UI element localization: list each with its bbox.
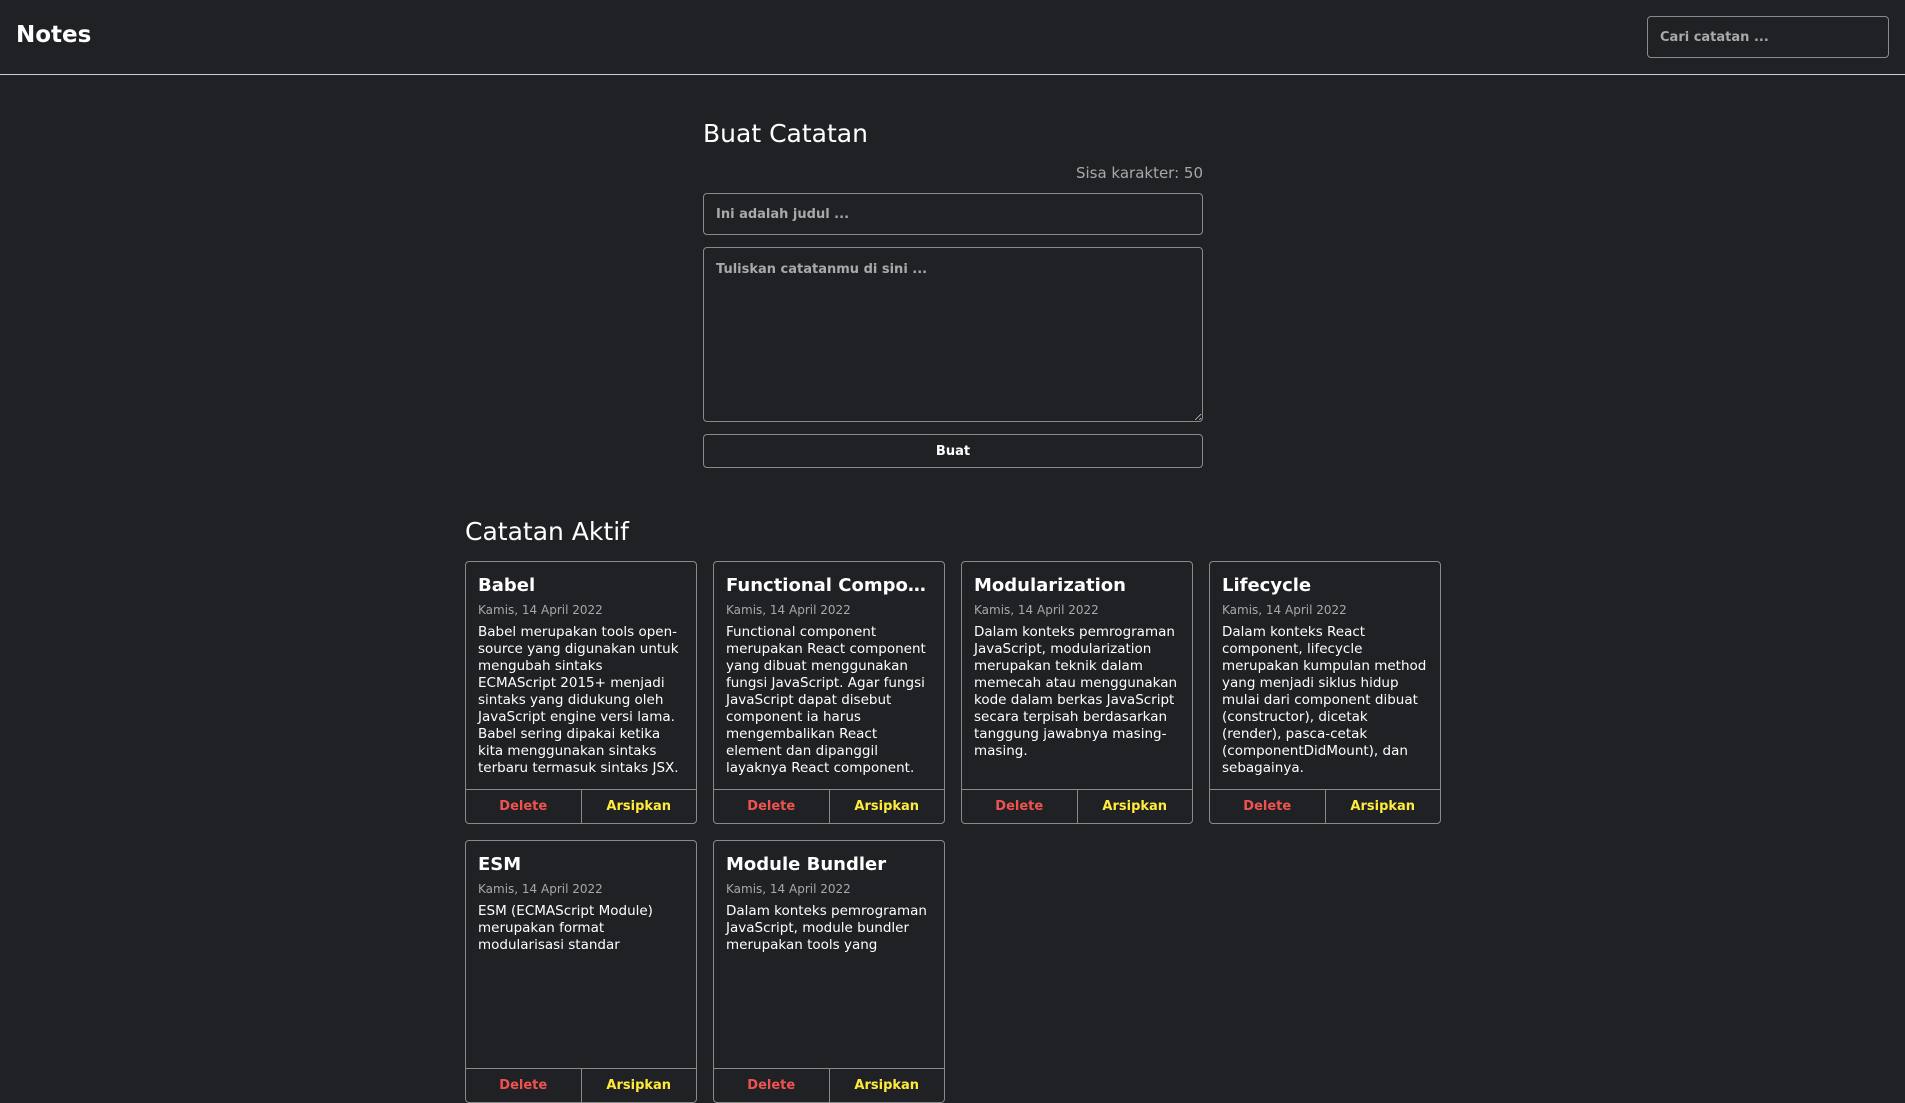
note-body: Dalam konteks pemrograman JavaScript, mo…: [726, 903, 927, 953]
note-date: Kamis, 14 April 2022: [974, 603, 1099, 617]
note-date: Kamis, 14 April 2022: [726, 882, 851, 896]
note-date: Kamis, 14 April 2022: [478, 603, 603, 617]
note-title: Lifecycle: [1222, 575, 1312, 596]
note-title: Module Bundler: [726, 854, 887, 875]
note-body: Dalam konteks pemrograman JavaScript, mo…: [974, 624, 1178, 759]
note-date: Kamis, 14 April 2022: [726, 603, 851, 617]
delete-note-button[interactable]: Delete: [962, 790, 1078, 823]
note-card: Babel Kamis, 14 April 2022 Babel merupak…: [465, 561, 697, 824]
delete-note-button[interactable]: Delete: [1210, 790, 1326, 823]
note-content: ESM Kamis, 14 April 2022 ESM (ECMAScript…: [466, 841, 696, 1068]
notes-grid: Babel Kamis, 14 April 2022 Babel merupak…: [465, 561, 1441, 1103]
archive-note-button[interactable]: Arsipkan: [1078, 790, 1193, 823]
note-card: Modularization Kamis, 14 April 2022 Dala…: [961, 561, 1193, 824]
note-actions: Delete Arsipkan: [466, 789, 696, 823]
note-content: Modularization Kamis, 14 April 2022 Dala…: [962, 562, 1192, 789]
archive-note-button[interactable]: Arsipkan: [582, 790, 697, 823]
delete-note-button[interactable]: Delete: [466, 1069, 582, 1102]
search-input[interactable]: [1647, 16, 1889, 58]
delete-note-button[interactable]: Delete: [714, 790, 830, 823]
note-body: Dalam konteks React component, lifecycle…: [1222, 624, 1427, 776]
note-body: Babel merupakan tools open-source yang d…: [478, 624, 679, 776]
note-body: ESM (ECMAScript Module) merupakan format…: [478, 903, 653, 953]
note-actions: Delete Arsipkan: [1210, 789, 1440, 823]
note-title: Functional Component: [726, 575, 932, 596]
note-actions: Delete Arsipkan: [466, 1068, 696, 1102]
note-card: ESM Kamis, 14 April 2022 ESM (ECMAScript…: [465, 840, 697, 1103]
note-content: Lifecycle Kamis, 14 April 2022 Dalam kon…: [1210, 562, 1440, 789]
delete-note-button[interactable]: Delete: [466, 790, 582, 823]
create-note-title: Buat Catatan: [703, 119, 868, 148]
note-content: Module Bundler Kamis, 14 April 2022 Dala…: [714, 841, 944, 1068]
archive-note-button[interactable]: Arsipkan: [830, 1069, 945, 1102]
note-content: Babel Kamis, 14 April 2022 Babel merupak…: [466, 562, 696, 789]
note-title: Babel: [478, 575, 536, 596]
note-card: Functional Component Kamis, 14 April 202…: [713, 561, 945, 824]
note-title-input[interactable]: [703, 193, 1203, 235]
note-card: Module Bundler Kamis, 14 April 2022 Dala…: [713, 840, 945, 1103]
note-date: Kamis, 14 April 2022: [1222, 603, 1347, 617]
note-body-textarea[interactable]: [703, 247, 1203, 422]
note-actions: Delete Arsipkan: [714, 1068, 944, 1102]
delete-note-button[interactable]: Delete: [714, 1069, 830, 1102]
note-body: Functional component merupakan React com…: [726, 624, 926, 776]
active-notes-title: Catatan Aktif: [465, 517, 629, 546]
note-title: Modularization: [974, 575, 1126, 596]
archive-note-button[interactable]: Arsipkan: [830, 790, 945, 823]
archive-note-button[interactable]: Arsipkan: [582, 1069, 697, 1102]
create-note-button[interactable]: Buat: [703, 434, 1203, 468]
app-header: Notes: [0, 0, 1905, 75]
app-brand: Notes: [16, 22, 92, 48]
char-remaining-counter: Sisa karakter: 50: [1075, 164, 1203, 182]
archive-note-button[interactable]: Arsipkan: [1326, 790, 1441, 823]
note-date: Kamis, 14 April 2022: [478, 882, 603, 896]
note-actions: Delete Arsipkan: [962, 789, 1192, 823]
note-actions: Delete Arsipkan: [714, 789, 944, 823]
note-title: ESM: [478, 854, 522, 875]
note-card: Lifecycle Kamis, 14 April 2022 Dalam kon…: [1209, 561, 1441, 824]
note-content: Functional Component Kamis, 14 April 202…: [714, 562, 944, 789]
